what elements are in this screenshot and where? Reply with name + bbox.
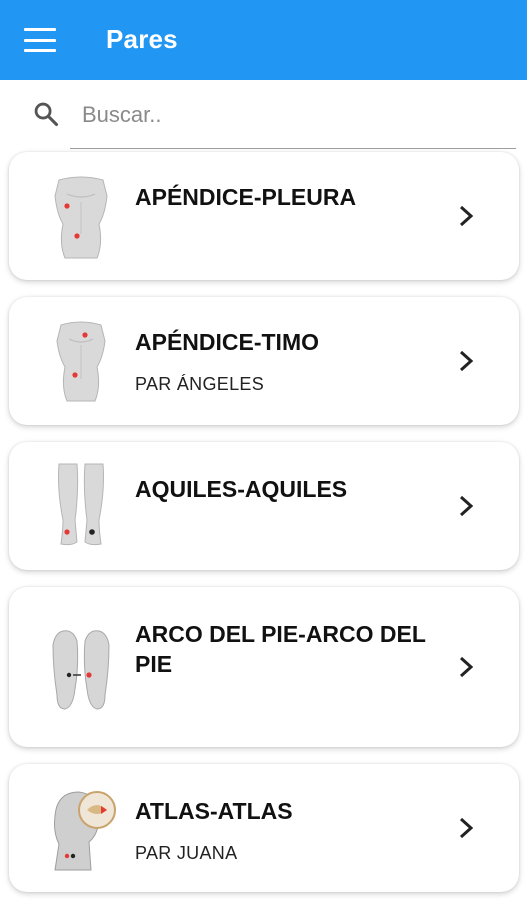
item-subtitle: PAR JUANA	[135, 843, 238, 863]
list-item[interactable]: ARCO DEL PIE-ARCO DEL PIE	[9, 587, 519, 747]
foot-soles-icon	[52, 630, 110, 710]
search-icon	[34, 102, 59, 127]
item-name: AQUILES-AQUILES	[135, 476, 348, 502]
head-neck-side-icon	[54, 791, 116, 871]
item-name: APÉNDICE-PLEURA	[135, 184, 357, 210]
menu-icon[interactable]	[22, 26, 58, 54]
chevron-right-icon	[459, 350, 474, 372]
list-item[interactable]: APÉNDICE-TIMO PAR ÁNGELES	[9, 297, 519, 425]
list-item[interactable]: AQUILES-AQUILES	[9, 442, 519, 570]
item-subtitle: PAR ÁNGELES	[135, 374, 265, 394]
chevron-right-icon	[459, 495, 474, 517]
search-input[interactable]	[82, 98, 482, 132]
item-name: ARCO DEL PIE-ARCO DEL PIE	[135, 621, 426, 677]
item-name: APÉNDICE-TIMO	[135, 329, 319, 355]
chevron-right-icon	[459, 656, 474, 678]
app-bar: Pares	[0, 0, 527, 80]
search-bar	[0, 80, 527, 152]
lower-legs-back-icon	[58, 463, 104, 546]
page-title: Pares	[106, 24, 178, 54]
torso-front-icon	[54, 176, 108, 259]
torso-front-icon	[56, 321, 106, 402]
chevron-right-icon	[459, 817, 474, 839]
list-item[interactable]: ATLAS-ATLAS PAR JUANA	[9, 764, 519, 892]
search-underline	[70, 148, 516, 149]
list-item[interactable]: APÉNDICE-PLEURA	[9, 152, 519, 280]
item-name: ATLAS-ATLAS	[135, 798, 293, 824]
chevron-right-icon	[459, 205, 474, 227]
